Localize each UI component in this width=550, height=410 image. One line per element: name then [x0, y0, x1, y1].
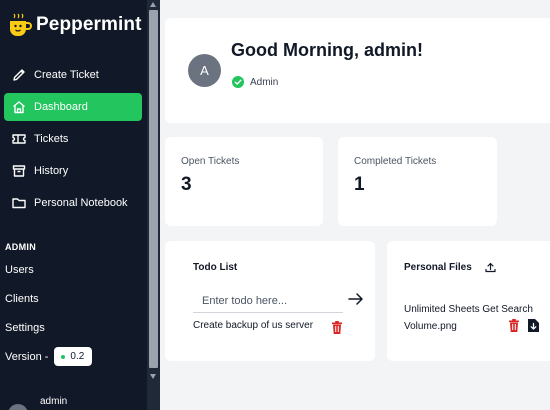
- user-avatar[interactable]: [8, 404, 28, 410]
- todo-card: Todo List Create backup of us server: [165, 241, 375, 361]
- open-tickets-label: Open Tickets: [181, 156, 240, 167]
- arrow-right-icon: [348, 293, 363, 305]
- nav-personal-notebook[interactable]: Personal Notebook: [4, 189, 142, 217]
- greeting-card: A Good Morning, admin! Admin: [165, 18, 550, 123]
- sidebar-scrollbar[interactable]: [147, 0, 160, 410]
- personal-files-title: Personal Files: [404, 262, 472, 273]
- role-label: Admin: [250, 76, 279, 88]
- app-name: Peppermint: [36, 14, 142, 35]
- status-dot-icon: [61, 354, 66, 359]
- archive-icon: [4, 163, 34, 179]
- file-name[interactable]: Unlimited Sheets Get Search Volume.png: [404, 301, 544, 335]
- mug-icon: [10, 13, 32, 36]
- completed-tickets-card[interactable]: Completed Tickets 1: [338, 137, 497, 226]
- scroll-down-icon[interactable]: [150, 374, 156, 379]
- role-badge: Admin: [232, 76, 278, 88]
- nav-label: Personal Notebook: [34, 197, 128, 209]
- nav-history[interactable]: History: [4, 157, 142, 185]
- delete-file-trash-icon[interactable]: [508, 319, 520, 332]
- avatar: A: [188, 54, 221, 87]
- user-name[interactable]: admin: [40, 396, 67, 407]
- nav-create-ticket[interactable]: Create Ticket: [4, 61, 142, 89]
- personal-files-card: Personal Files Unlimited Sheets Get Sear…: [387, 241, 550, 361]
- greeting-title: Good Morning, admin!: [231, 40, 423, 60]
- nav-dashboard[interactable]: Dashboard: [4, 93, 142, 121]
- ticket-icon: [4, 131, 34, 147]
- open-tickets-card[interactable]: Open Tickets 3: [165, 137, 323, 226]
- nav-label: Dashboard: [34, 101, 88, 113]
- open-tickets-count: 3: [181, 174, 192, 195]
- nav-label: History: [34, 165, 69, 177]
- admin-link-clients[interactable]: Clients: [5, 293, 39, 305]
- sidebar: Peppermint Create Ticket Dashboard Ticke…: [0, 0, 147, 410]
- home-icon: [4, 99, 34, 115]
- admin-heading: ADMIN: [5, 242, 36, 252]
- check-circle-icon: [232, 76, 244, 88]
- version-row: Version - 0.2: [5, 347, 93, 366]
- version-value: 0.2: [70, 351, 85, 362]
- version-badge: 0.2: [54, 347, 93, 366]
- nav-label: Create Ticket: [34, 69, 99, 81]
- scrollbar-thumb[interactable]: [149, 10, 158, 368]
- folder-icon: [4, 195, 34, 211]
- version-label: Version -: [5, 350, 49, 363]
- admin-link-users[interactable]: Users: [5, 264, 34, 276]
- brand[interactable]: Peppermint: [8, 12, 142, 38]
- todo-input[interactable]: [193, 289, 343, 313]
- admin-link-settings[interactable]: Settings: [5, 322, 45, 334]
- delete-todo-trash-icon[interactable]: [331, 321, 343, 334]
- nav-label: Tickets: [34, 133, 69, 145]
- completed-tickets-count: 1: [354, 174, 365, 195]
- add-todo-button[interactable]: [346, 289, 366, 309]
- upload-icon[interactable]: [485, 262, 496, 273]
- nav-tickets[interactable]: Tickets: [4, 125, 142, 153]
- todo-title: Todo List: [193, 262, 238, 273]
- todo-item: Create backup of us server: [193, 320, 314, 331]
- completed-tickets-label: Completed Tickets: [354, 156, 437, 167]
- pencil-icon: [4, 67, 34, 83]
- scroll-up-icon[interactable]: [150, 2, 156, 7]
- download-file-icon[interactable]: [528, 319, 539, 332]
